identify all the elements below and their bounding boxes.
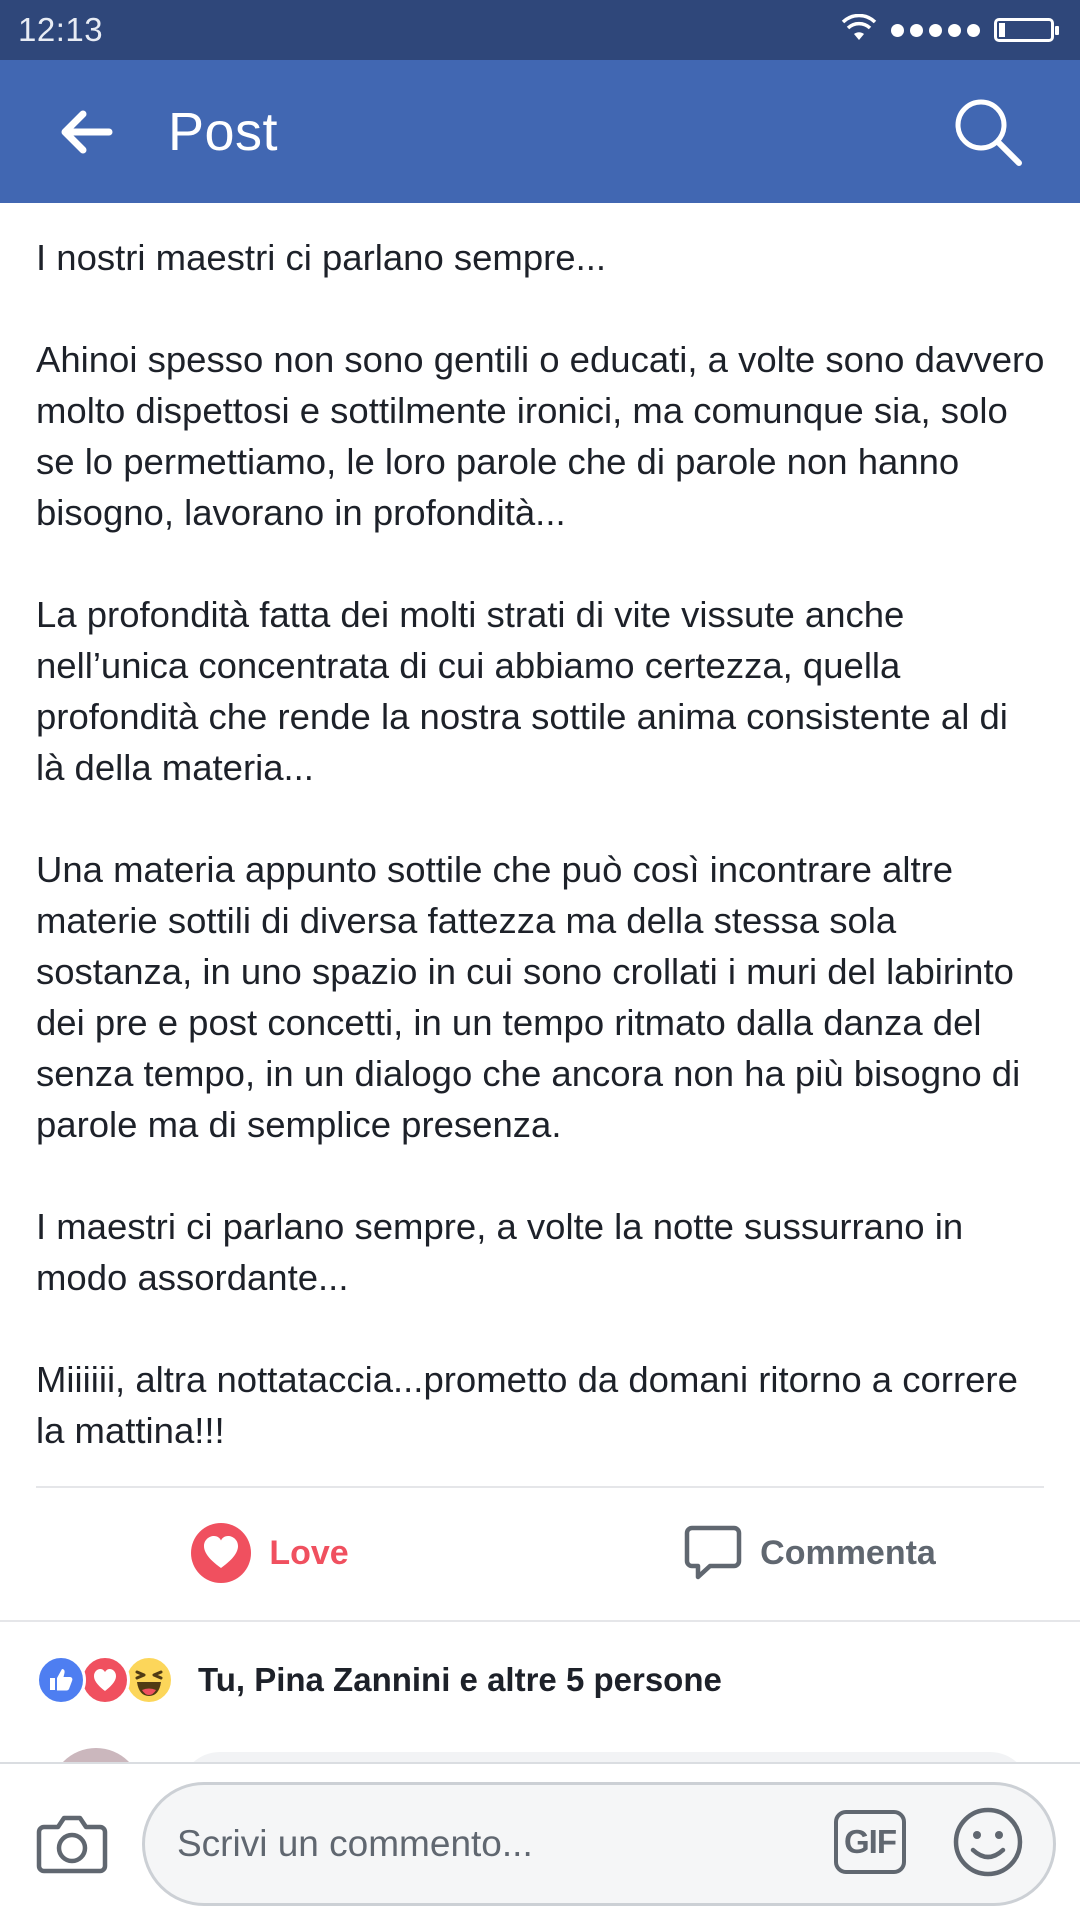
back-arrow-icon bbox=[61, 110, 113, 153]
search-icon bbox=[955, 99, 1022, 166]
camera-icon bbox=[36, 1815, 108, 1874]
divider bbox=[0, 1620, 1080, 1622]
love-reaction-icon bbox=[191, 1523, 252, 1583]
reaction-icons bbox=[36, 1655, 174, 1705]
gif-button[interactable]: GIF bbox=[834, 1810, 906, 1874]
reactions-summary[interactable]: Tu, Pina Zannini e altre 5 persone bbox=[36, 1652, 722, 1708]
comment-label: Commenta bbox=[760, 1533, 936, 1572]
post-paragraph: Una materia appunto sottile che può così… bbox=[36, 849, 1021, 1145]
post-paragraph: I nostri maestri ci parlano sempre... bbox=[36, 237, 607, 278]
post-paragraph: Ahinoi spesso non sono gentili o educati… bbox=[36, 339, 1045, 533]
status-indicators bbox=[841, 13, 1062, 47]
comment-input-container bbox=[142, 1782, 1056, 1906]
header-bar: Post bbox=[0, 60, 1080, 203]
post-actions: Love Commenta bbox=[0, 1488, 1080, 1618]
signal-strength-icon bbox=[891, 23, 980, 37]
post-text: I nostri maestri ci parlano sempre... Ah… bbox=[36, 232, 1046, 1456]
wifi-icon bbox=[841, 13, 877, 47]
like-icon bbox=[36, 1655, 86, 1705]
emoji-button[interactable] bbox=[952, 1806, 1024, 1878]
comment-input[interactable] bbox=[175, 1822, 799, 1866]
emoji-icon bbox=[953, 1807, 1023, 1877]
love-icon bbox=[80, 1655, 130, 1705]
post-paragraph: I maestri ci parlano sempre, a volte la … bbox=[36, 1206, 964, 1298]
comment-composer: GIF bbox=[0, 1762, 1080, 1920]
search-button[interactable] bbox=[938, 82, 1038, 182]
haha-icon bbox=[124, 1655, 174, 1705]
battery-icon bbox=[994, 18, 1059, 42]
status-bar: 12:13 bbox=[0, 0, 1080, 60]
love-label: Love bbox=[269, 1533, 349, 1572]
comment-button[interactable]: Commenta bbox=[540, 1488, 1080, 1618]
post-paragraph: La profondità fatta dei molti strati di … bbox=[36, 594, 1008, 788]
love-button[interactable]: Love bbox=[0, 1488, 540, 1618]
status-time: 12:13 bbox=[18, 11, 104, 48]
page-title: Post bbox=[168, 101, 279, 162]
camera-button[interactable] bbox=[32, 1804, 112, 1884]
back-button[interactable] bbox=[30, 77, 140, 187]
comment-bubble-icon bbox=[684, 1525, 742, 1580]
post-paragraph: Miiiiii, altra nottataccia...prometto da… bbox=[36, 1359, 1018, 1451]
reactions-summary-text: Tu, Pina Zannini e altre 5 persone bbox=[198, 1661, 722, 1698]
